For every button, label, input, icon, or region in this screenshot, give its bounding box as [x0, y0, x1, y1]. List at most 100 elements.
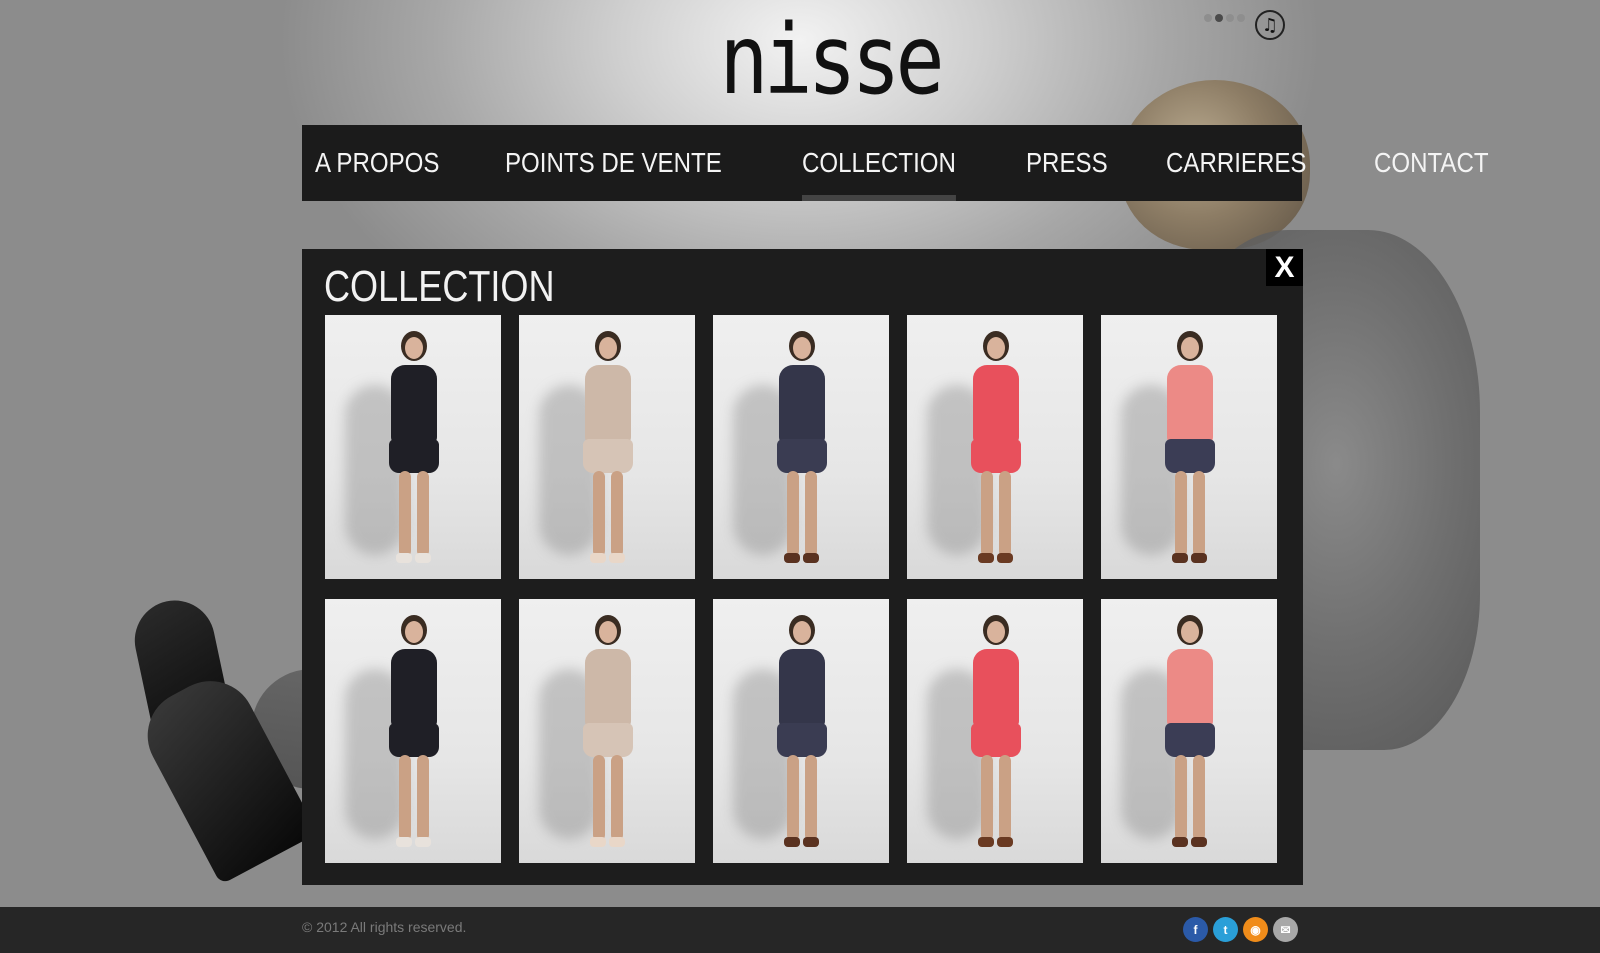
- collection-thumbnail[interactable]: [519, 315, 695, 579]
- model-shoe: [415, 553, 431, 563]
- model-shoe: [803, 837, 819, 847]
- model-shoe: [997, 553, 1013, 563]
- model-leg: [611, 471, 623, 557]
- model-bottom: [971, 723, 1021, 757]
- model-bottom: [583, 723, 633, 757]
- model-shoe: [609, 553, 625, 563]
- model-bottom: [1165, 439, 1215, 473]
- collection-panel: COLLECTION X: [302, 249, 1303, 885]
- nav-item-press[interactable]: PRESS: [1026, 125, 1108, 201]
- model-shoe: [1172, 837, 1188, 847]
- model-bottom: [389, 439, 439, 473]
- twitter-icon[interactable]: t: [1213, 917, 1238, 942]
- model-shoe: [1191, 837, 1207, 847]
- model-face: [405, 621, 423, 643]
- model-bottom: [1165, 723, 1215, 757]
- collection-thumbnail[interactable]: [907, 315, 1083, 579]
- model-leg: [805, 755, 817, 841]
- model-top: [585, 649, 631, 729]
- model-leg: [1193, 755, 1205, 841]
- close-button[interactable]: X: [1266, 249, 1303, 286]
- model-bottom: [777, 723, 827, 757]
- collection-thumbnail[interactable]: [325, 599, 501, 863]
- model-leg: [417, 755, 429, 841]
- model-shoe: [396, 837, 412, 847]
- collection-thumbnail[interactable]: [713, 599, 889, 863]
- model-leg: [805, 471, 817, 557]
- nav-item-carrieres[interactable]: CARRIERES: [1166, 125, 1307, 201]
- music-toggle-button[interactable]: ♫: [1255, 10, 1285, 40]
- model-leg: [1175, 755, 1187, 841]
- model-shoe: [803, 553, 819, 563]
- slider-dot[interactable]: [1215, 14, 1223, 22]
- model-top: [391, 649, 437, 729]
- model-shoe: [415, 837, 431, 847]
- model-leg: [399, 471, 411, 557]
- model-leg: [611, 755, 623, 841]
- model-face: [793, 337, 811, 359]
- slider-dot[interactable]: [1226, 14, 1234, 22]
- model-leg: [593, 471, 605, 557]
- nav-item-collection[interactable]: COLLECTION: [801, 125, 956, 201]
- model-leg: [1193, 471, 1205, 557]
- model-face: [1181, 621, 1199, 643]
- model-bottom: [777, 439, 827, 473]
- social-links: f t ◉ ✉: [1183, 917, 1298, 942]
- model-shoe: [396, 553, 412, 563]
- slider-dot[interactable]: [1204, 14, 1212, 22]
- model-face: [599, 621, 617, 643]
- model-leg: [787, 471, 799, 557]
- model-face: [793, 621, 811, 643]
- model-shoe: [784, 837, 800, 847]
- main-nav: A PROPOS POINTS DE VENTE COLLECTION PRESS CA…: [302, 125, 1489, 201]
- model-leg: [593, 755, 605, 841]
- model-shoe: [1172, 553, 1188, 563]
- model-top: [585, 365, 631, 445]
- collection-thumbnail[interactable]: [1101, 315, 1277, 579]
- model-shoe: [609, 837, 625, 847]
- facebook-icon[interactable]: f: [1183, 917, 1208, 942]
- collection-thumbnail[interactable]: [519, 599, 695, 863]
- model-leg: [399, 755, 411, 841]
- model-face: [405, 337, 423, 359]
- model-bottom: [971, 439, 1021, 473]
- model-bottom: [389, 723, 439, 757]
- copyright-text: © 2012 All rights reserved.: [302, 919, 467, 935]
- nav-item-a-propos[interactable]: A PROPOS: [315, 125, 439, 201]
- model-bottom: [583, 439, 633, 473]
- email-icon[interactable]: ✉: [1273, 917, 1298, 942]
- model-top: [391, 365, 437, 445]
- slider-dots: [1204, 14, 1245, 24]
- collection-thumbnail[interactable]: [907, 599, 1083, 863]
- rss-icon[interactable]: ◉: [1243, 917, 1268, 942]
- model-shoe: [784, 553, 800, 563]
- model-face: [987, 337, 1005, 359]
- collection-thumbnail[interactable]: [713, 315, 889, 579]
- model-face: [987, 621, 1005, 643]
- model-face: [599, 337, 617, 359]
- model-top: [1167, 649, 1213, 729]
- model-leg: [981, 471, 993, 557]
- collection-thumbnail[interactable]: [1101, 599, 1277, 863]
- model-shoe: [997, 837, 1013, 847]
- footer: © 2012 All rights reserved. f t ◉ ✉: [0, 907, 1600, 953]
- model-leg: [1175, 471, 1187, 557]
- collection-thumbnail[interactable]: [325, 315, 501, 579]
- model-shoe: [978, 553, 994, 563]
- model-leg: [981, 755, 993, 841]
- model-leg: [417, 471, 429, 557]
- nav-item-contact[interactable]: CONTACT: [1374, 125, 1489, 201]
- nav-item-points-de-vente[interactable]: POINTS DE VENTE: [505, 125, 722, 201]
- panel-title: COLLECTION: [324, 262, 555, 311]
- slider-dot[interactable]: [1237, 14, 1245, 22]
- model-top: [779, 649, 825, 729]
- collection-grid: [325, 315, 1277, 863]
- model-top: [973, 365, 1019, 445]
- model-leg: [999, 755, 1011, 841]
- model-top: [1167, 365, 1213, 445]
- site-logo[interactable]: nisse: [700, 4, 944, 116]
- model-face: [1181, 337, 1199, 359]
- model-top: [779, 365, 825, 445]
- logo-text: nisse: [719, 4, 944, 116]
- model-top: [973, 649, 1019, 729]
